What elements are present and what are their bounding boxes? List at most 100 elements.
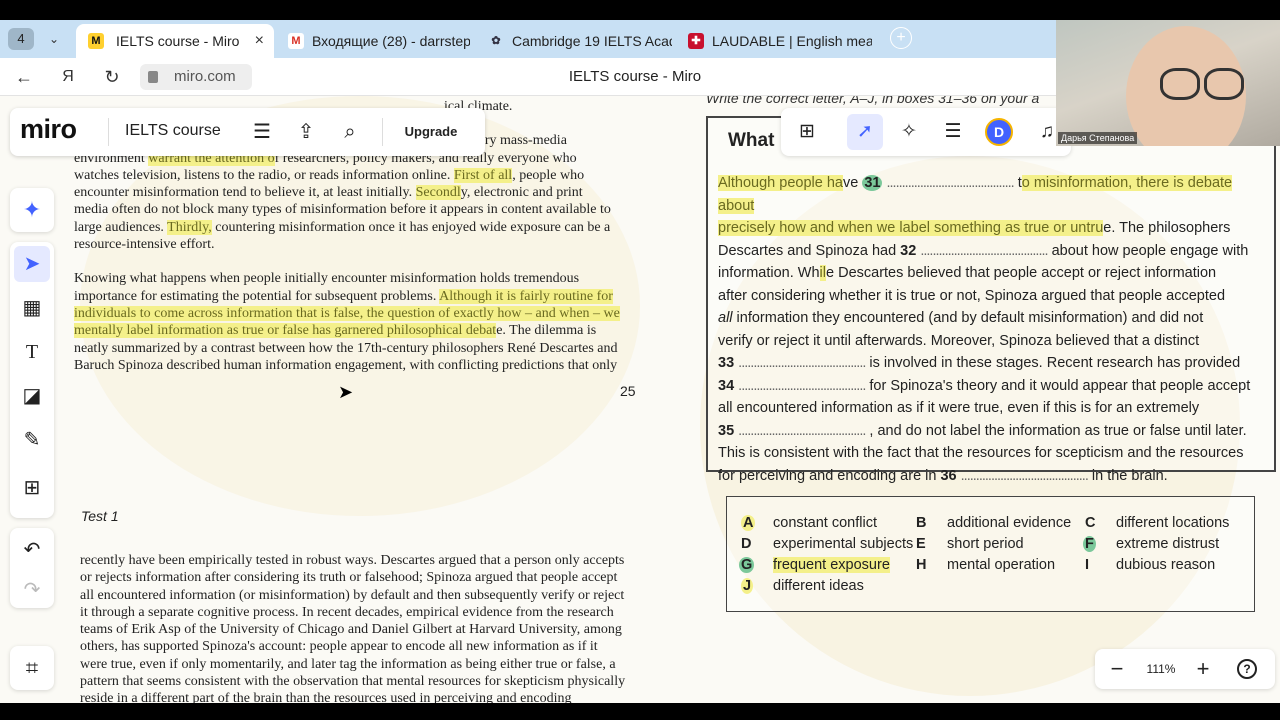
zoom-level[interactable]: 111%	[1143, 649, 1179, 689]
add-more-icon[interactable]: ⊞	[14, 470, 50, 506]
yandex-icon[interactable]: Я	[56, 66, 80, 88]
answer-gap: ........................................…	[886, 175, 1015, 191]
collaboration-toolbar: ⊞ ➚ ✧ ☰ D ♫	[781, 108, 1071, 156]
option-letter: F	[1083, 536, 1096, 552]
zoom-controls: − 111% + ?	[1095, 649, 1275, 689]
summary-line: 35 .....................................…	[718, 420, 1270, 443]
glasses-shape	[1204, 68, 1244, 100]
summary-line: for perceiving and encoding are in 36 ..…	[718, 465, 1270, 488]
text-tool-icon[interactable]: T	[14, 334, 50, 370]
instruction-text: Write the correct letter, A–J, in boxes …	[706, 96, 1040, 106]
ai-sparkle-icon[interactable]: ✦	[10, 188, 54, 232]
summary-line: Descartes and Spinoza had 32 ...........…	[718, 240, 1270, 263]
reload-icon[interactable]: ↻	[100, 66, 124, 88]
zoom-in-button[interactable]: +	[1183, 649, 1223, 689]
screen-top-bar	[0, 0, 1280, 20]
option-text: different ideas	[773, 578, 864, 594]
options-box: A constant conflict B additional evidenc…	[726, 496, 1255, 612]
doc-line: Baruch Spinoza described human informati…	[74, 357, 618, 373]
doc-line: pattern that seems consistent with the o…	[80, 674, 626, 690]
help-button[interactable]: ?	[1237, 659, 1257, 679]
option-text: frequent exposure	[773, 557, 890, 573]
webcam-video: Дарья Степанова	[1056, 20, 1280, 146]
summary-line: after considering whether it is true or …	[718, 287, 1226, 304]
tab-count-badge[interactable]: 4	[8, 28, 34, 50]
participant-name: Дарья Степанова	[1058, 132, 1138, 144]
answer-gap: ........................................…	[960, 467, 1089, 484]
frames-icon[interactable]: ⌗	[10, 646, 54, 690]
text-run: e Descartes believed that people accept …	[826, 265, 1217, 281]
reactions-cursor-icon[interactable]: ➚	[847, 114, 883, 150]
option-letter: I	[1085, 557, 1090, 573]
tab-gmail[interactable]: M Входящие (28) - darrstepa	[276, 24, 470, 58]
cambridge-dictionary-icon: ✚	[688, 33, 704, 49]
summary-line: all encountered information as if it wer…	[718, 400, 1200, 416]
document-page-left-next: recently have been empirically tested in…	[80, 552, 648, 703]
answer-gap: ........................................…	[920, 242, 1048, 259]
highlight: Secondl	[415, 185, 461, 201]
apps-icon[interactable]: ⊞	[789, 114, 825, 150]
redo-icon[interactable]: ↷	[14, 572, 50, 608]
text-run: ve	[842, 175, 863, 191]
doc-line: media often do not block many types of m…	[74, 202, 611, 218]
share-icon[interactable]: ⇪	[294, 120, 318, 144]
doc-line: individuals to come across information t…	[74, 305, 642, 322]
sticky-note-icon[interactable]: ◪	[14, 378, 50, 414]
miro-header: miro IELTS course ☰ ⇪ ⌕ Upgrade	[10, 108, 485, 156]
text-run: for perceiving and encoding are in	[718, 467, 941, 484]
tab-miro[interactable]: M IELTS course - Miro ×	[76, 24, 274, 58]
close-tab-icon[interactable]: ×	[255, 24, 264, 58]
summary-line: verify or reject it until afterwards. Mo…	[718, 332, 1200, 349]
question-number: 36	[940, 467, 957, 484]
doc-line: teams of Erik Asp of the University of C…	[80, 622, 622, 638]
templates-icon[interactable]: ▦	[14, 290, 50, 326]
board-name[interactable]: IELTS course	[125, 122, 221, 140]
celebrate-icon[interactable]: ✧	[891, 114, 927, 150]
tab-title: Cambridge 19 IELTS Acade	[512, 33, 672, 49]
text-run: information. Wh	[718, 265, 820, 281]
highlight: First of all	[453, 167, 513, 183]
option-text: experimental subjects	[773, 536, 914, 552]
upgrade-button[interactable]: Upgrade	[396, 116, 466, 148]
new-tab-button[interactable]: +	[890, 27, 912, 49]
question-number: 35	[718, 422, 735, 439]
doc-line: others, has supported Spinoza's account:…	[80, 639, 598, 655]
tab-title: IELTS course - Miro	[116, 33, 240, 49]
undo-icon[interactable]: ↶	[14, 532, 50, 568]
lock-icon	[148, 71, 158, 83]
doc-line: encounter misinformation tend to believe…	[74, 184, 642, 201]
tab-cambridge-ielts[interactable]: ✿ Cambridge 19 IELTS Acade	[476, 24, 672, 58]
highlight: Although people ha	[718, 175, 843, 191]
option-text: different locations	[1116, 515, 1230, 531]
select-cursor-icon[interactable]: ➤	[14, 246, 50, 282]
summary-line: information. While Descartes believed th…	[718, 262, 1270, 285]
search-icon[interactable]: ⌕	[338, 120, 362, 144]
back-arrow-icon[interactable]: ←	[12, 66, 36, 88]
tab-list-chevron-icon[interactable]: ⌄	[44, 28, 64, 50]
option-letter: J	[741, 578, 754, 594]
miro-logo[interactable]: miro	[20, 114, 77, 145]
avatar[interactable]: D	[985, 118, 1013, 146]
miro-board-canvas[interactable]: ical climate. rary mass-media environmen…	[0, 96, 1280, 703]
gmail-icon: M	[288, 33, 304, 49]
test-heading: Test 1	[81, 508, 119, 524]
doc-line: importance for estimating the potential …	[74, 288, 642, 305]
doc-line: watches television, listens to the radio…	[74, 167, 642, 184]
option-text: dubious reason	[1116, 557, 1216, 573]
tab-cambridge-dictionary[interactable]: ✚ LAUDABLE | English mean	[676, 24, 872, 58]
zoom-out-button[interactable]: −	[1097, 649, 1137, 689]
text-run: information they encountered (and by def…	[732, 310, 1204, 326]
miro-icon: M	[88, 33, 104, 49]
pen-tool-icon[interactable]: ✎	[14, 422, 50, 458]
divider	[108, 118, 109, 146]
comments-icon[interactable]: ☰	[935, 114, 971, 150]
highlight: Although it is fairly routine for	[439, 288, 613, 304]
text-run: t	[1013, 175, 1022, 191]
url-field[interactable]: miro.com	[140, 64, 252, 90]
text-run: Descartes and Spinoza had	[718, 242, 901, 259]
menu-icon[interactable]: ☰	[250, 120, 274, 144]
highlight: precisely how and when we label somethin…	[718, 220, 1104, 236]
option-letter: B	[916, 515, 927, 531]
cambridge-icon: ✿	[491, 35, 501, 47]
option-text: constant conflict	[773, 515, 877, 531]
